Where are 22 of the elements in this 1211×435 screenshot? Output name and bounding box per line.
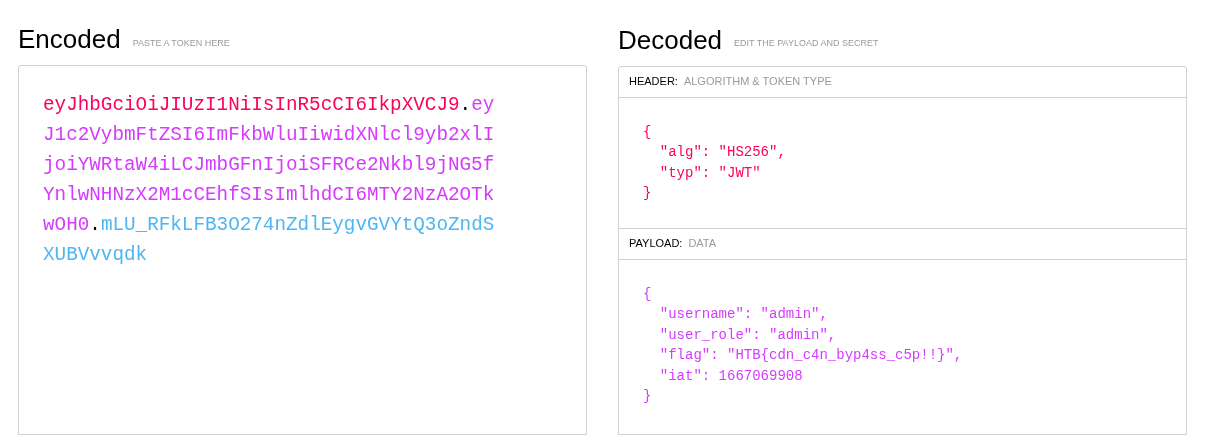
section-caption: ALGORITHM & TOKEN TYPE bbox=[683, 74, 832, 90]
code-line: } bbox=[643, 387, 652, 407]
section-caption: DATA bbox=[688, 236, 717, 252]
token-input[interactable] bbox=[18, 65, 587, 435]
panel-subtitle: EDIT THE PAYLOAD AND SECRET bbox=[734, 37, 879, 51]
section-label: HEADER: bbox=[629, 74, 678, 90]
json-editor[interactable]: { "username": "admin", "user_role": "admin", "flag": "HTB{cdn_c4n_byp4ss_c5p!!}", "iat": 1667069908 } bbox=[619, 259, 1186, 431]
code-line: "flag": "HTB{cdn_c4n_byp4ss_c5p!!}", bbox=[658, 346, 963, 366]
code-line: { bbox=[643, 122, 652, 142]
code-line: "alg": "HS256", bbox=[658, 143, 786, 163]
section-label: PAYLOAD: bbox=[629, 236, 683, 252]
token-text: eyJhbGciOiJIUzI1NiIsInR5cCI6IkpXVCJ9.eyJ1c2VybmFtZSI6ImFkbWluIiwidXNlcl9yb2xlIjoiYWRtaW4iLCJmbGFnIjoiSFRCe2Nkbl9jNG5fYnlwNHNzX2M1cCEhfSIsImlhdCI6MTY2NzA2OTkwOH0.mLU_RFkLFB3O274nZdlEygvGVYtQ3oZndSXUBVvvqdk bbox=[43, 93, 496, 269]
code-line: "username": "admin", bbox=[658, 305, 828, 325]
panel-subtitle: PASTE A TOKEN HERE bbox=[132, 36, 230, 50]
code-line: { bbox=[643, 284, 652, 304]
code-line: "typ": "JWT" bbox=[658, 163, 761, 183]
panel-title: Encoded bbox=[18, 26, 121, 53]
code-line: "user_role": "admin", bbox=[658, 325, 837, 345]
code-line: } bbox=[643, 184, 652, 204]
json-editor[interactable]: { "alg": "HS256", "typ": "JWT" } bbox=[619, 97, 1186, 228]
panel-title: Decoded bbox=[618, 26, 723, 53]
code-line: "iat": 1667069908 bbox=[658, 366, 803, 386]
